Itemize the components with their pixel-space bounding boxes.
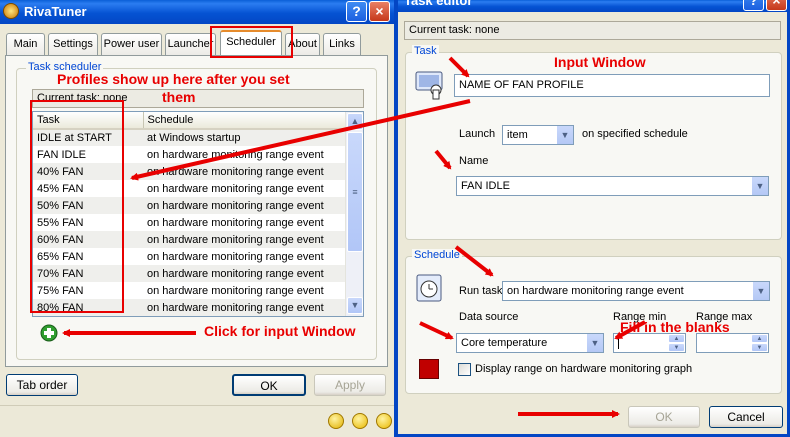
annotation-fill-blanks: Fill in the blanks [620, 319, 730, 335]
task-name-input[interactable]: NAME OF FAN PROFILE [454, 74, 770, 97]
tab-links[interactable]: Links [323, 33, 361, 55]
scheduler-tab-highlight [210, 26, 293, 58]
emoticon-icon [376, 413, 392, 429]
task-column-highlight [30, 100, 124, 313]
display-range-checkbox[interactable] [458, 363, 471, 376]
schedule-group-label: Schedule [412, 249, 462, 261]
task-icon [414, 68, 446, 100]
run-task-value: on hardware monitoring range event [507, 285, 684, 297]
column-header-schedule[interactable]: Schedule [143, 112, 347, 130]
task-schedule: on hardware monitoring range event [147, 250, 324, 263]
chevron-down-icon: ▼ [752, 282, 769, 300]
plus-icon [40, 324, 58, 342]
close-button[interactable]: × [369, 1, 390, 22]
task-editor-close-button[interactable]: × [766, 0, 787, 11]
task-editor-titlebar[interactable]: Task editor [398, 0, 787, 12]
scroll-up-button[interactable]: ▲ [347, 113, 363, 130]
emoticon-icon [328, 413, 344, 429]
add-task-button[interactable] [40, 324, 58, 342]
tab-main[interactable]: Main [6, 33, 45, 55]
range-max-input[interactable]: ▲ ▼ [696, 333, 769, 353]
color-swatch[interactable] [419, 359, 439, 379]
annotation-click-input: Click for input Window [204, 323, 356, 339]
rivatuner-app-icon [3, 3, 19, 19]
chevron-down-icon: ▼ [556, 126, 573, 144]
annotation-profiles: Profiles show up here after you set [57, 71, 290, 87]
scroll-thumb[interactable]: ≡ [347, 132, 363, 252]
task-name-value: NAME OF FAN PROFILE [459, 79, 584, 91]
task-schedule: on hardware monitoring range event [147, 148, 324, 161]
help-button[interactable]: ? [346, 1, 367, 22]
window-title: RivaTuner [24, 4, 87, 19]
launch-suffix: on specified schedule [582, 128, 688, 140]
run-task-select[interactable]: on hardware monitoring range event ▼ [502, 281, 770, 301]
stepper-down-icon[interactable]: ▼ [668, 343, 685, 352]
launch-label: Launch [459, 128, 496, 140]
apply-button[interactable]: Apply [314, 374, 386, 396]
tab-launcher[interactable]: Launcher [165, 33, 216, 55]
task-group-label: Task [412, 45, 439, 57]
task-editor-cancel-button[interactable]: Cancel [709, 406, 783, 428]
annotation-input-window: Input Window [554, 54, 646, 70]
task-schedule: on hardware monitoring range event [147, 216, 324, 229]
task-schedule: on hardware monitoring range event [147, 233, 324, 246]
launch-select[interactable]: item ▼ [502, 125, 574, 145]
task-schedule: on hardware monitoring range event [147, 165, 324, 178]
schedule-clock-icon [414, 272, 446, 304]
rivatuner-titlebar[interactable]: RivaTuner [0, 0, 395, 24]
task-editor-title: Task editor [404, 0, 473, 8]
task-list-scrollbar[interactable]: ▲ ≡ ▼ [345, 112, 363, 316]
task-editor-ok-button[interactable]: OK [628, 406, 700, 428]
name-select-value: FAN IDLE [461, 180, 510, 192]
stepper-up-icon[interactable]: ▲ [751, 334, 768, 343]
chevron-down-icon: ▼ [751, 177, 768, 195]
range-max-stepper[interactable]: ▲ ▼ [751, 334, 768, 352]
ok-button[interactable]: OK [232, 374, 306, 396]
task-schedule: on hardware monitoring range event [147, 199, 324, 212]
range-min-stepper[interactable]: ▲ ▼ [668, 334, 685, 352]
display-range-label: Display range on hardware monitoring gra… [475, 363, 693, 375]
emoticon-icon [352, 413, 368, 429]
data-source-value: Core temperature [461, 337, 548, 349]
task-schedule: on hardware monitoring range event [147, 182, 324, 195]
tab-power-user[interactable]: Power user [101, 33, 162, 55]
name-label: Name [459, 155, 489, 167]
annotation-profiles-line2: them [162, 89, 196, 105]
task-schedule: on hardware monitoring range event [147, 284, 324, 297]
tab-order-button[interactable]: Tab order [6, 374, 78, 396]
task-editor-current-task: Current task: none [404, 21, 781, 40]
task-schedule: on hardware monitoring range event [147, 267, 324, 280]
stepper-down-icon[interactable]: ▼ [751, 343, 768, 352]
data-source-label: Data source [459, 311, 519, 323]
task-schedule: on hardware monitoring range event [147, 301, 324, 314]
stepper-up-icon[interactable]: ▲ [668, 334, 685, 343]
scroll-down-button[interactable]: ▼ [347, 297, 363, 314]
task-editor-help-button[interactable]: ? [743, 0, 764, 11]
name-select[interactable]: FAN IDLE ▼ [456, 176, 769, 196]
text-cursor [618, 337, 619, 349]
range-min-input[interactable]: ▲ ▼ [613, 333, 686, 353]
task-schedule: at Windows startup [147, 132, 241, 144]
tab-settings[interactable]: Settings [48, 33, 98, 55]
run-task-label: Run task [459, 285, 503, 297]
chevron-down-icon: ▼ [586, 334, 603, 352]
data-source-select[interactable]: Core temperature ▼ [456, 333, 604, 353]
launch-select-value: item [507, 129, 528, 141]
